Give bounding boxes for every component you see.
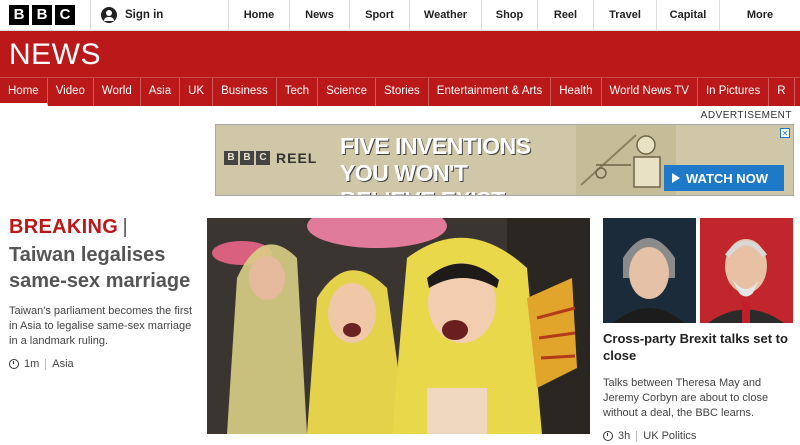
breaking-separator: | [122, 216, 129, 238]
top-story-summary: Taiwan's parliament becomes the first in… [9, 305, 193, 347]
side-story-summary: Talks between Theresa May and Jeremy Cor… [603, 377, 769, 419]
breaking-label: BREAKING [9, 216, 119, 238]
ad-close-icon[interactable]: ✕ [780, 128, 790, 138]
global-nav-capital[interactable]: Capital [656, 0, 719, 30]
advertisement-label: ADVERTISEMENT [700, 110, 792, 121]
news-nav-stories[interactable]: Stories [376, 78, 429, 106]
news-nav-asia[interactable]: Asia [141, 78, 181, 106]
global-nav: Home News Sport Weather Shop Reel Travel… [228, 0, 800, 30]
news-logo[interactable]: NEWS [9, 38, 101, 72]
global-header: B B C Sign in Home News Sport Weather Sh… [0, 0, 800, 31]
meta-divider [636, 430, 638, 442]
ad-banner[interactable]: B B C REEL FIVE INVENTIONS YOU WON'T BEL… [215, 124, 794, 196]
top-story-photo [207, 218, 590, 434]
news-nav-entertainment[interactable]: Entertainment & Arts [429, 78, 552, 106]
global-nav-weather[interactable]: Weather [409, 0, 481, 30]
ad-brand-suffix: REEL [276, 150, 318, 166]
global-nav-more[interactable]: More [719, 0, 800, 30]
news-nav-world[interactable]: World [94, 78, 141, 106]
logo-letter: B [32, 5, 52, 25]
watch-now-button[interactable]: WATCH NOW [664, 165, 784, 191]
top-story-time: 1m [24, 358, 40, 370]
meta-divider [45, 358, 47, 370]
top-story-image[interactable] [207, 218, 590, 434]
side-story-photo [603, 218, 793, 323]
ad-logo-letter: B [224, 151, 238, 165]
news-nav-science[interactable]: Science [318, 78, 376, 106]
side-story-image[interactable] [603, 218, 793, 323]
watch-now-label: WATCH NOW [686, 170, 769, 186]
play-icon [672, 173, 680, 183]
top-story-section[interactable]: Asia [52, 358, 73, 370]
global-nav-shop[interactable]: Shop [481, 0, 537, 30]
bbc-logo[interactable]: B B C [0, 0, 90, 30]
news-nav-in-pictures[interactable]: In Pictures [698, 78, 770, 106]
sign-in-button[interactable]: Sign in [90, 0, 228, 30]
user-icon [101, 7, 117, 23]
side-story-time: 3h [618, 430, 631, 442]
news-header: NEWS [0, 31, 800, 77]
top-story: BREAKING | Taiwan legalises same-sex mar… [9, 216, 199, 370]
news-nav-home[interactable]: Home [0, 78, 48, 106]
top-story-headline[interactable]: Taiwan legalises same-sex marriage [9, 242, 199, 294]
side-story: Cross-party Brexit talks set to close Ta… [603, 218, 793, 442]
ad-logo-letter: C [256, 151, 270, 165]
news-nav-health[interactable]: Health [551, 78, 602, 106]
clock-icon [603, 431, 613, 441]
global-nav-news[interactable]: News [289, 0, 349, 30]
side-story-section[interactable]: UK Politics [643, 430, 696, 442]
sign-in-label: Sign in [125, 9, 164, 21]
news-nav-overflow[interactable]: R [769, 78, 795, 106]
breaking-line: BREAKING | [9, 216, 199, 239]
side-story-headline[interactable]: Cross-party Brexit talks set to close [603, 330, 793, 364]
ad-bbc-logo: B B C [224, 151, 270, 165]
news-nav-tech[interactable]: Tech [277, 78, 319, 106]
top-story-meta: 1m Asia [9, 358, 199, 370]
logo-letter: C [55, 5, 75, 25]
global-nav-reel[interactable]: Reel [537, 0, 593, 30]
global-nav-travel[interactable]: Travel [593, 0, 656, 30]
news-nav-business[interactable]: Business [213, 78, 277, 106]
ad-logo-letter: B [240, 151, 254, 165]
ad-headline: FIVE INVENTIONS YOU WON'T BELIEVE EXIST [340, 133, 531, 195]
logo-letter: B [9, 5, 29, 25]
clock-icon [9, 359, 19, 369]
global-nav-home[interactable]: Home [228, 0, 289, 30]
news-nav-video[interactable]: Video [48, 78, 94, 106]
ad-illustration [576, 125, 676, 195]
news-nav-world-news-tv[interactable]: World News TV [602, 78, 698, 106]
global-nav-sport[interactable]: Sport [349, 0, 409, 30]
news-nav-uk[interactable]: UK [180, 78, 214, 106]
news-nav: Home Video World Asia UK Business Tech S… [0, 77, 800, 106]
side-story-meta: 3h UK Politics [603, 430, 793, 442]
